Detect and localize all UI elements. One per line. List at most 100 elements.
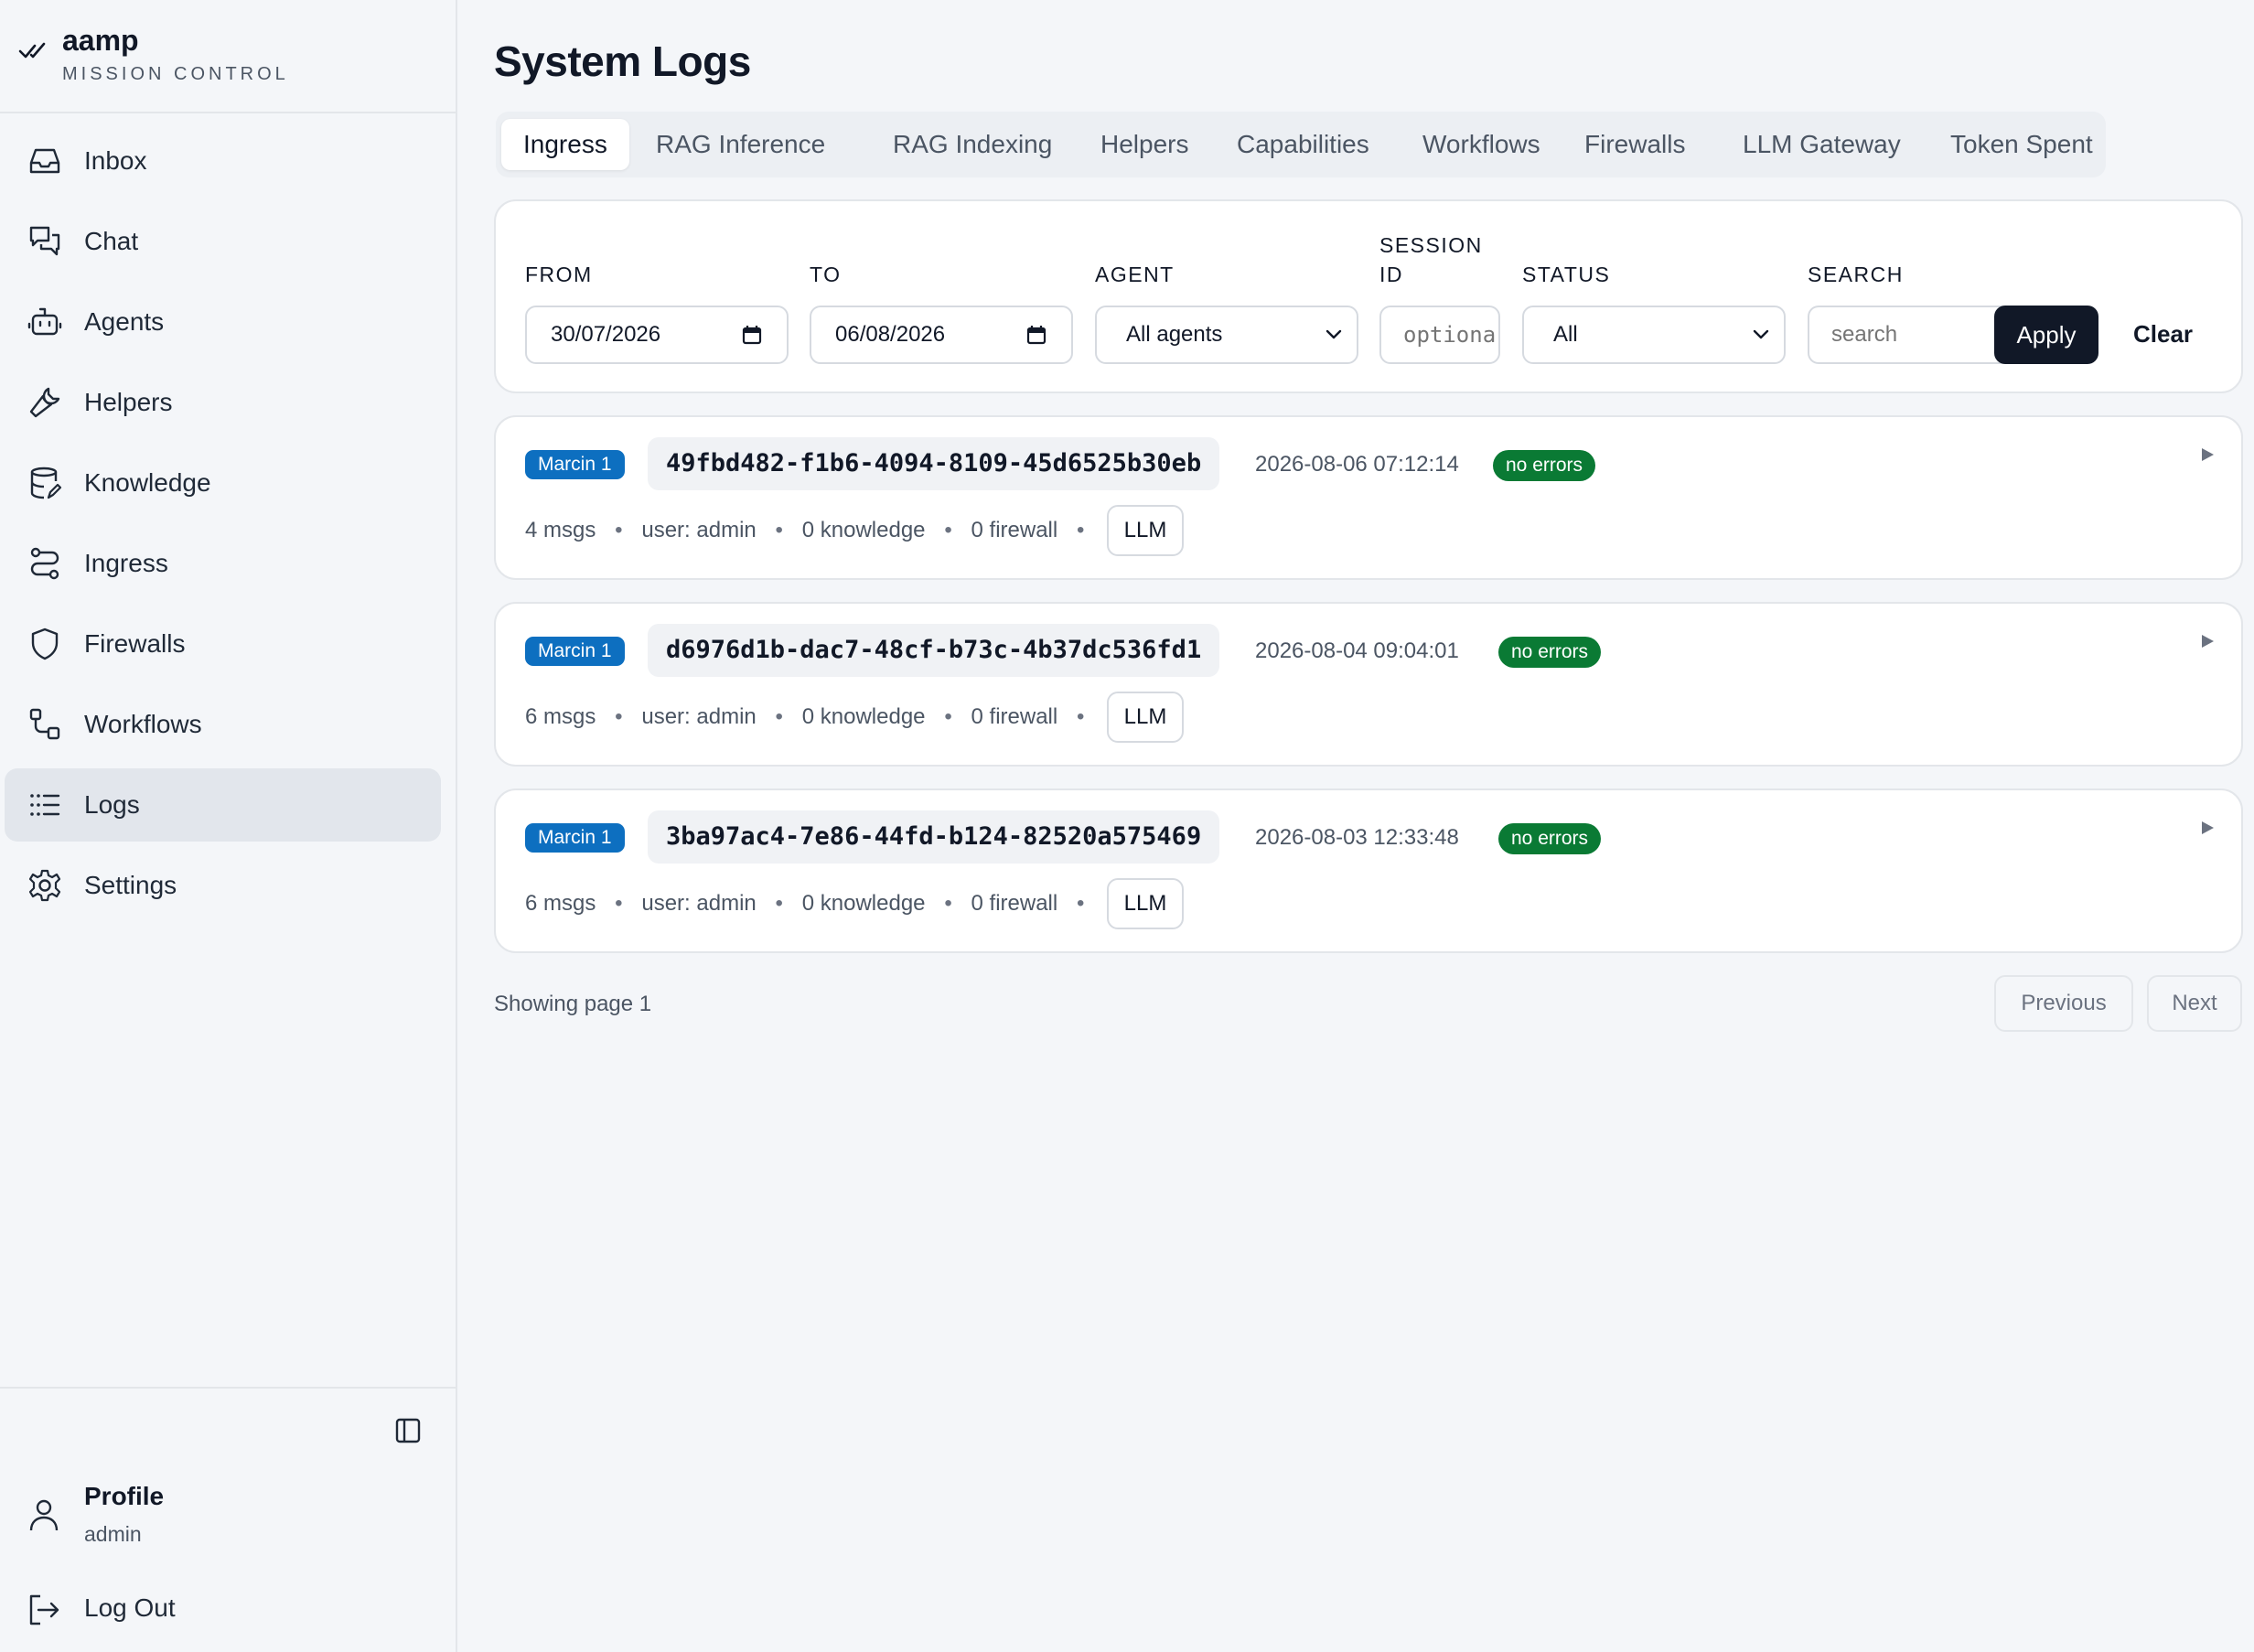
status-select-value: All [1553,322,1578,347]
sidebar-item-firewalls[interactable]: Firewalls [5,607,441,681]
shield-icon [31,628,59,660]
filter-panel: FROM 30/07/2026 TO 06/08/2026 AGENT All … [494,199,2243,393]
log-type-tabs: Ingress RAG Inference RAG Indexing Helpe… [496,112,2106,177]
sidebar-item-agents[interactable]: Agents [5,285,441,359]
tab-capabilities[interactable]: Capabilities [1215,119,1391,170]
tab-ingress[interactable]: Ingress [501,119,629,170]
tab-llm-gateway[interactable]: LLM Gateway [1721,119,1923,170]
calendar-icon[interactable] [1025,324,1047,346]
log-user: user: admin [641,704,757,729]
sidebar-item-chat[interactable]: Chat [5,205,441,278]
to-date-field[interactable]: 06/08/2026 [810,306,1073,364]
log-entry[interactable]: Marcin 1 3ba97ac4-7e86-44fd-b124-82520a5… [494,788,2243,953]
logout-icon[interactable] [26,1592,62,1628]
expand-triangle-icon[interactable] [2199,633,2216,649]
robot-icon [27,307,62,336]
session-id-field[interactable] [1379,306,1500,364]
log-meta: 6 msgs • user: admin • 0 knowledge • 0 firewal… [525,704,1085,729]
sidebar-collapse-icon[interactable] [393,1416,423,1445]
sidebar-item-label: Logs [84,790,140,819]
previous-page-button[interactable]: Previous [1994,975,2133,1032]
sidebar-footer: Profile admin Log Out [0,1387,457,1652]
msg-count: 6 msgs [525,704,596,729]
to-label: TO [810,263,842,286]
status-badge: no errors [1498,637,1602,668]
sidebar-item-label: Chat [84,227,139,255]
sidebar-item-settings[interactable]: Settings [5,849,441,922]
chevron-down-icon [1753,329,1769,339]
knowledge-count: 0 knowledge [801,704,926,729]
sidebar-item-knowledge[interactable]: Knowledge [5,446,441,520]
workflow-icon [29,708,60,740]
knowledge-count: 0 knowledge [801,891,926,916]
brand-name: aamp [62,24,139,57]
log-user: user: admin [641,891,757,916]
log-user: user: admin [641,518,757,542]
sidebar: aamp MISSION CONTROL Inbox Chat Agents H… [0,0,457,1652]
expand-triangle-icon[interactable] [2199,820,2216,836]
agent-badge: Marcin 1 [525,637,625,666]
session-id-label-line2: ID [1379,263,1403,286]
tab-rag-inference[interactable]: RAG Inference [634,119,847,170]
llm-tag: LLM [1107,505,1184,556]
sidebar-item-inbox[interactable]: Inbox [5,124,441,198]
database-icon [30,467,62,499]
agent-badge: Marcin 1 [525,823,625,853]
pagination-status: Showing page 1 [494,992,652,1016]
sidebar-item-label: Ingress [84,549,168,577]
expand-triangle-icon[interactable] [2199,446,2216,463]
from-label: FROM [525,263,593,286]
firewall-count: 0 firewall [971,518,1058,542]
log-timestamp: 2026-08-03 12:33:48 [1255,825,1459,850]
chevron-down-icon [1326,329,1342,339]
brand: aamp MISSION CONTROL [0,0,456,113]
agent-select[interactable]: All agents [1095,306,1358,364]
log-timestamp: 2026-08-04 09:04:01 [1255,638,1459,663]
sidebar-item-workflows[interactable]: Workflows [5,688,441,761]
tab-workflows[interactable]: Workflows [1401,119,1562,170]
from-date-field[interactable]: 30/07/2026 [525,306,789,364]
session-id: d6976d1b-dac7-48cf-b73c-4b37dc536fd1 [648,624,1220,677]
tab-token-spent[interactable]: Token Spent [1928,119,2115,170]
chat-icon [29,226,60,256]
brand-subtitle: MISSION CONTROL [62,64,289,84]
session-id-label-line1: SESSION [1379,233,1483,257]
agent-badge: Marcin 1 [525,450,625,479]
search-label: SEARCH [1808,263,1904,286]
session-id-input[interactable] [1383,309,1497,360]
log-meta: 6 msgs • user: admin • 0 knowledge • 0 firewal… [525,891,1085,916]
tab-rag-indexing[interactable]: RAG Indexing [871,119,1074,170]
log-entry[interactable]: Marcin 1 d6976d1b-dac7-48cf-b73c-4b37dc5… [494,602,2243,767]
agent-label: AGENT [1095,263,1175,286]
next-page-button[interactable]: Next [2147,975,2242,1032]
sidebar-item-ingress[interactable]: Ingress [5,527,441,600]
msg-count: 4 msgs [525,518,596,542]
search-field[interactable] [1808,306,2009,364]
user-icon[interactable] [26,1496,62,1533]
search-input[interactable] [1811,309,2007,360]
log-timestamp: 2026-08-06 07:12:14 [1255,452,1459,477]
sidebar-item-logs[interactable]: Logs [5,768,441,842]
to-date-value: 06/08/2026 [835,322,946,347]
tab-helpers[interactable]: Helpers [1079,119,1210,170]
sidebar-item-label: Helpers [84,388,173,416]
tab-firewalls[interactable]: Firewalls [1562,119,1707,170]
sidebar-item-helpers[interactable]: Helpers [5,366,441,439]
log-entry[interactable]: Marcin 1 49fbd482-f1b6-4094-8109-45d6525… [494,415,2243,580]
clear-button[interactable]: Clear [2133,320,2193,349]
sidebar-item-label: Agents [84,307,165,336]
profile-title[interactable]: Profile [84,1482,164,1511]
sidebar-item-label: Settings [84,871,177,899]
inbox-icon [29,148,60,174]
llm-tag: LLM [1107,878,1184,929]
route-icon [30,547,59,580]
calendar-icon[interactable] [741,324,763,346]
from-date-value: 30/07/2026 [551,322,661,347]
sidebar-item-label: Firewalls [84,629,186,658]
knowledge-count: 0 knowledge [801,518,926,542]
logout-button[interactable]: Log Out [84,1593,176,1623]
status-select[interactable]: All [1522,306,1786,364]
profile-username: admin [84,1522,142,1546]
apply-button[interactable]: Apply [1994,306,2098,364]
sidebar-item-label: Workflows [84,710,202,738]
